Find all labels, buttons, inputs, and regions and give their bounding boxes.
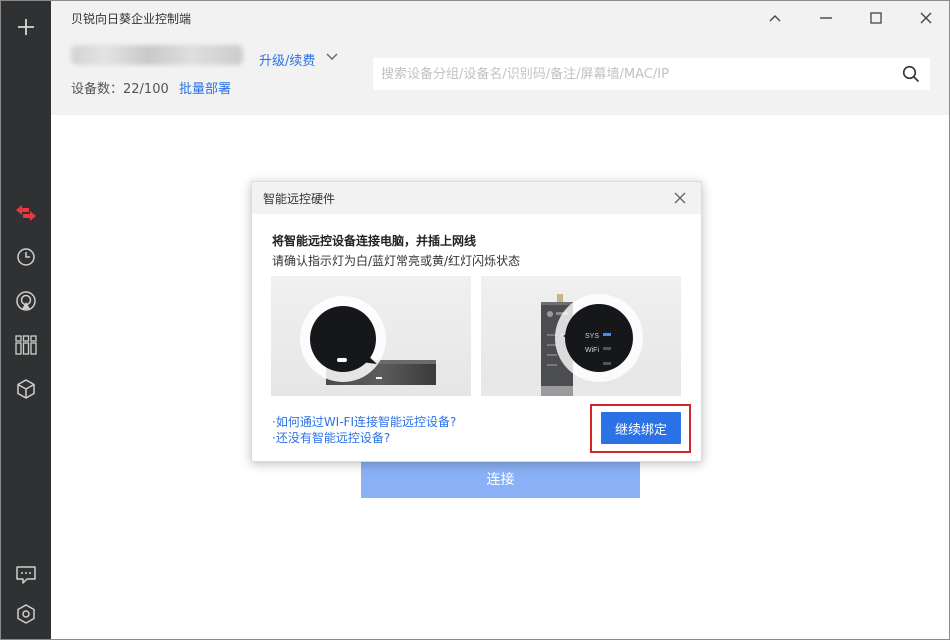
account-name-redacted bbox=[71, 45, 243, 65]
no-device-help-link[interactable]: ·还没有智能远控设备? bbox=[272, 429, 390, 446]
device-count: 设备数：22/100 bbox=[71, 82, 169, 97]
smart-hardware-dialog: 智能远控硬件 将智能远控设备连接电脑，并插上网线 请确认指示灯为白/蓝灯常亮或黄… bbox=[251, 181, 702, 462]
close-window-button[interactable] bbox=[914, 7, 938, 29]
close-icon bbox=[920, 12, 932, 24]
wifi-indicator-label: WiFi bbox=[585, 347, 599, 354]
connect-button[interactable]: 连接 bbox=[361, 459, 640, 498]
collapse-button[interactable] bbox=[763, 7, 787, 29]
continue-bind-button[interactable]: 继续绑定 bbox=[601, 412, 681, 444]
app-window: 贝锐向日葵企业控制端 升级/续费 设备数：22/100 批量部署 连接 智能远控 bbox=[0, 0, 950, 640]
remote-control-icon[interactable] bbox=[12, 199, 40, 227]
dialog-close-button[interactable] bbox=[673, 190, 687, 209]
window-title: 贝锐向日葵企业控制端 bbox=[71, 12, 192, 26]
top-header: 贝锐向日葵企业控制端 升级/续费 设备数：22/100 批量部署 bbox=[51, 1, 949, 115]
settings-icon[interactable] bbox=[12, 600, 40, 628]
wifi-connect-help-link[interactable]: ·如何通过WI-FI连接智能远控设备? bbox=[272, 413, 456, 430]
sidebar bbox=[1, 1, 51, 639]
history-clock-icon[interactable] bbox=[12, 243, 40, 271]
device-indicator-illustration bbox=[271, 276, 471, 396]
search-button[interactable] bbox=[902, 65, 920, 87]
minimize-button[interactable] bbox=[814, 7, 838, 29]
dialog-header: 智能远控硬件 bbox=[252, 182, 701, 214]
dialog-heading: 将智能远控设备连接电脑，并插上网线 bbox=[272, 234, 477, 248]
broadcast-icon[interactable] bbox=[12, 287, 40, 315]
chevron-down-icon[interactable] bbox=[326, 53, 338, 61]
maximize-icon bbox=[870, 12, 882, 24]
search-box bbox=[373, 58, 930, 90]
search-icon bbox=[902, 65, 920, 83]
dialog-subtext: 请确认指示灯为白/蓝灯常亮或黄/红灯闪烁状态 bbox=[272, 254, 521, 268]
search-input[interactable] bbox=[381, 58, 891, 90]
mini-pc-illustration bbox=[300, 296, 436, 385]
cube-icon[interactable] bbox=[12, 375, 40, 403]
device-status-illustration: SYS WiFi bbox=[481, 276, 681, 396]
dialog-title: 智能远控硬件 bbox=[263, 192, 336, 206]
router-illustration: SYS WiFi bbox=[481, 294, 681, 396]
chevron-up-icon bbox=[769, 15, 781, 22]
maximize-button[interactable] bbox=[864, 7, 888, 29]
plus-icon[interactable] bbox=[12, 13, 40, 41]
sys-indicator-label: SYS bbox=[585, 333, 599, 340]
batch-deploy-link[interactable]: 批量部署 bbox=[179, 78, 231, 97]
minimize-icon bbox=[820, 17, 832, 19]
message-icon[interactable] bbox=[12, 561, 40, 589]
close-icon bbox=[674, 192, 686, 204]
apps-grid-icon[interactable] bbox=[12, 331, 40, 359]
upgrade-link[interactable]: 升级/续费 bbox=[259, 50, 315, 69]
